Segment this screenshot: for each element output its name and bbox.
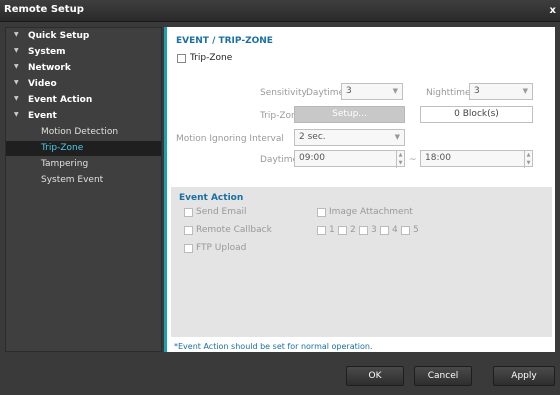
window-title: Remote Setup — [4, 4, 84, 15]
event-action-panel: Event Action Send Email Image Attachment… — [171, 187, 552, 337]
collapse-triangle-icon: ▼ — [14, 47, 19, 54]
collapse-triangle-icon: ▼ — [14, 95, 19, 102]
event-action-heading: Event Action — [179, 193, 244, 203]
sidebar-item-label: System Event — [41, 175, 104, 185]
ftp-upload-label: FTP Upload — [196, 243, 247, 253]
range-separator: ~ — [409, 155, 417, 165]
sidebar-item-trip-zone[interactable]: Trip-Zone — [6, 141, 161, 156]
sidebar-item-label: Tampering — [41, 159, 89, 169]
sidebar-item-system[interactable]: ▼ System — [6, 44, 161, 60]
remote-callback-label: Remote Callback — [196, 225, 272, 235]
daytime-start-field[interactable]: 09:00 ▲ ▼ — [294, 150, 405, 168]
sidebar-item-event[interactable]: ▼ Event — [6, 108, 161, 124]
collapse-triangle-icon: ▼ — [14, 63, 19, 70]
daytime-end-field[interactable]: 18:00 ▲ ▼ — [420, 150, 533, 168]
ftp-upload-checkbox[interactable] — [184, 244, 193, 253]
trip-zone-enable-checkbox[interactable] — [177, 54, 186, 63]
daytime-sensitivity-select[interactable]: 3 ▼ — [341, 83, 403, 100]
callback-5-label: 5 — [413, 225, 419, 235]
section-title: EVENT / TRIP-ZONE — [176, 36, 273, 46]
sidebar-item-label: Event — [28, 111, 57, 121]
sidebar-item-label: Motion Detection — [41, 127, 119, 137]
chevron-down-icon: ▼ — [394, 133, 400, 141]
sidebar-item-system-event[interactable]: System Event — [6, 173, 161, 188]
daytime-start-value: 09:00 — [299, 153, 325, 163]
time-spinner[interactable]: ▲ ▼ — [524, 151, 532, 168]
callback-4-label: 4 — [392, 225, 398, 235]
sidebar: ▼ Quick Setup ▼ System ▼ Network ▼ Video… — [5, 27, 162, 352]
callback-5-checkbox[interactable] — [401, 226, 410, 235]
send-email-checkbox[interactable] — [184, 208, 193, 217]
motion-ignore-select[interactable]: 2 sec. ▼ — [294, 129, 405, 146]
sidebar-item-video[interactable]: ▼ Video — [6, 76, 161, 92]
block-count-display: 0 Block(s) — [420, 106, 533, 123]
trip-zone-enable-label: Trip-Zone — [190, 53, 233, 63]
motion-ignore-value: 2 sec. — [299, 132, 326, 142]
callback-3-label: 3 — [371, 225, 377, 235]
image-attachment-label: Image Attachment — [329, 207, 413, 217]
collapse-triangle-icon: ▼ — [14, 79, 19, 86]
sidebar-item-label: System — [28, 47, 66, 57]
motion-ignore-label: Motion Ignoring Interval — [176, 134, 284, 144]
spin-down-icon[interactable]: ▼ — [525, 159, 532, 167]
callback-1-label: 1 — [329, 225, 335, 235]
callback-4-checkbox[interactable] — [380, 226, 389, 235]
chevron-down-icon: ▼ — [392, 87, 398, 95]
sidebar-item-motion-detection[interactable]: Motion Detection — [6, 125, 161, 140]
spin-up-icon[interactable]: ▲ — [397, 151, 404, 159]
sensitivity-label: Sensitivity — [260, 88, 307, 98]
remote-callback-checkbox[interactable] — [184, 226, 193, 235]
nighttime-sensitivity-value: 3 — [474, 86, 480, 96]
chevron-down-icon: ▼ — [522, 87, 528, 95]
sidebar-item-quick-setup[interactable]: ▼ Quick Setup — [6, 28, 161, 44]
sidebar-item-tampering[interactable]: Tampering — [6, 157, 161, 172]
sidebar-item-network[interactable]: ▼ Network — [6, 60, 161, 76]
callback-2-label: 2 — [350, 225, 356, 235]
sidebar-item-label: Network — [28, 63, 71, 73]
event-action-note: *Event Action should be set for normal o… — [174, 342, 373, 351]
sidebar-item-label: Quick Setup — [28, 31, 90, 41]
spin-down-icon[interactable]: ▼ — [397, 159, 404, 167]
spin-up-icon[interactable]: ▲ — [525, 151, 532, 159]
callback-3-checkbox[interactable] — [359, 226, 368, 235]
callback-2-checkbox[interactable] — [338, 226, 347, 235]
image-attachment-checkbox[interactable] — [317, 208, 326, 217]
collapse-triangle-icon: ▼ — [14, 31, 19, 38]
title-bar: Remote Setup x — [0, 0, 560, 22]
daytime-sensitivity-value: 3 — [346, 86, 352, 96]
daytime-range-label: Daytime — [260, 155, 299, 165]
sidebar-item-label: Trip-Zone — [41, 143, 84, 153]
daytime-end-value: 18:00 — [425, 153, 451, 163]
apply-button[interactable]: Apply — [493, 366, 555, 386]
daytime-sensitivity-label: Daytime — [306, 88, 345, 98]
send-email-label: Send Email — [196, 207, 247, 217]
close-icon[interactable]: x — [550, 5, 556, 16]
collapse-triangle-icon: ▼ — [14, 111, 19, 118]
footer: OK Cancel Apply — [0, 355, 560, 395]
ok-button[interactable]: OK — [346, 366, 404, 386]
nighttime-sensitivity-select[interactable]: 3 ▼ — [469, 83, 533, 100]
sidebar-item-label: Event Action — [28, 95, 93, 105]
sidebar-item-event-action[interactable]: ▼ Event Action — [6, 92, 161, 108]
nighttime-sensitivity-label: Nighttime — [426, 88, 471, 98]
main-panel: EVENT / TRIP-ZONE Trip-Zone Sensitivity … — [164, 27, 555, 352]
cancel-button[interactable]: Cancel — [414, 366, 472, 386]
time-spinner[interactable]: ▲ ▼ — [396, 151, 404, 168]
callback-1-checkbox[interactable] — [317, 226, 326, 235]
setup-button[interactable]: Setup... — [294, 106, 405, 123]
sidebar-item-label: Video — [28, 79, 57, 89]
